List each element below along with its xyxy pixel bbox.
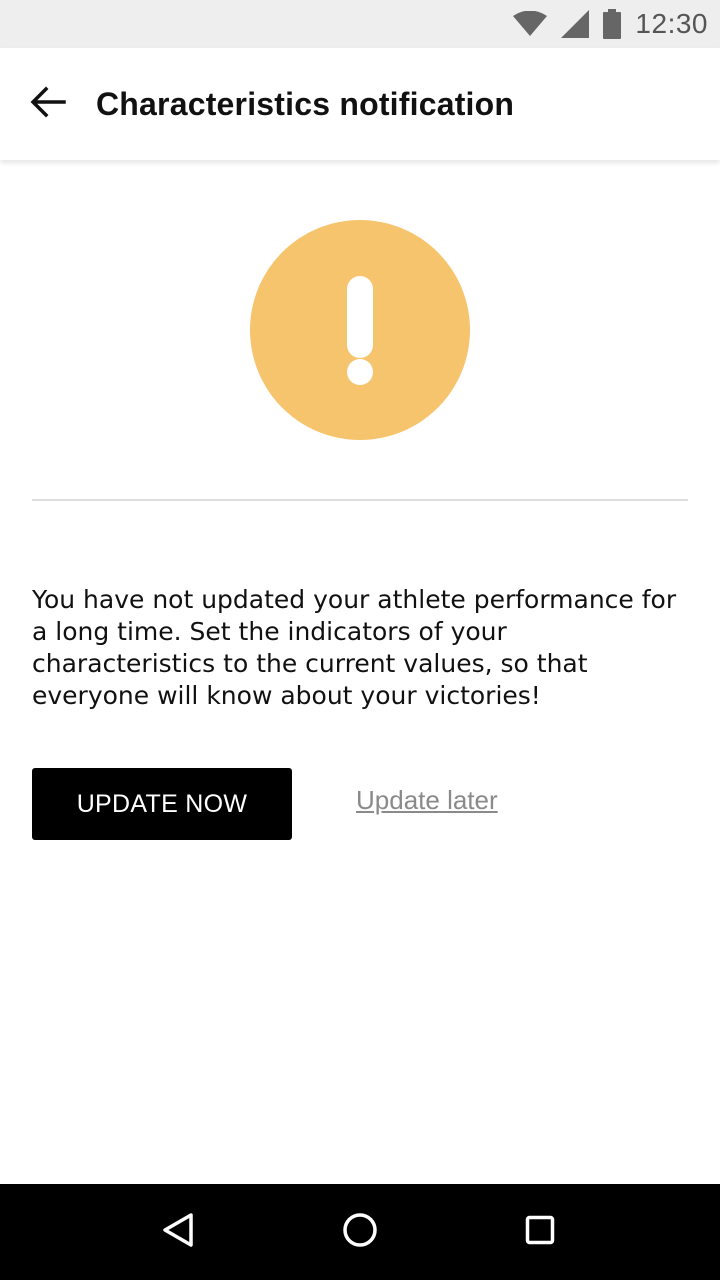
status-bar: 12:30: [0, 0, 720, 48]
update-later-link[interactable]: Update later: [356, 785, 498, 825]
divider: [32, 499, 688, 501]
back-button[interactable]: [0, 48, 96, 160]
arrow-back-icon: [30, 86, 66, 123]
status-time: 12:30: [635, 8, 708, 39]
nav-recents-button[interactable]: [508, 1200, 572, 1264]
warning-badge: [250, 220, 470, 440]
battery-icon: [603, 9, 622, 39]
app-bar: Characteristics notification: [0, 48, 720, 160]
system-nav-bar: [0, 1184, 720, 1280]
notification-message: You have not updated your athlete perfor…: [32, 585, 677, 710]
nav-home-icon: [342, 1212, 378, 1253]
signal-icon: [561, 10, 590, 38]
nav-recents-icon: [525, 1215, 555, 1250]
update-now-button[interactable]: UPDATE NOW: [32, 768, 292, 840]
wifi-icon: [513, 11, 548, 37]
nav-back-button[interactable]: [146, 1200, 210, 1264]
page-title: Characteristics notification: [96, 85, 515, 122]
nav-back-icon: [161, 1212, 195, 1253]
exclamation-icon: [250, 276, 470, 444]
nav-home-button[interactable]: [328, 1200, 392, 1264]
